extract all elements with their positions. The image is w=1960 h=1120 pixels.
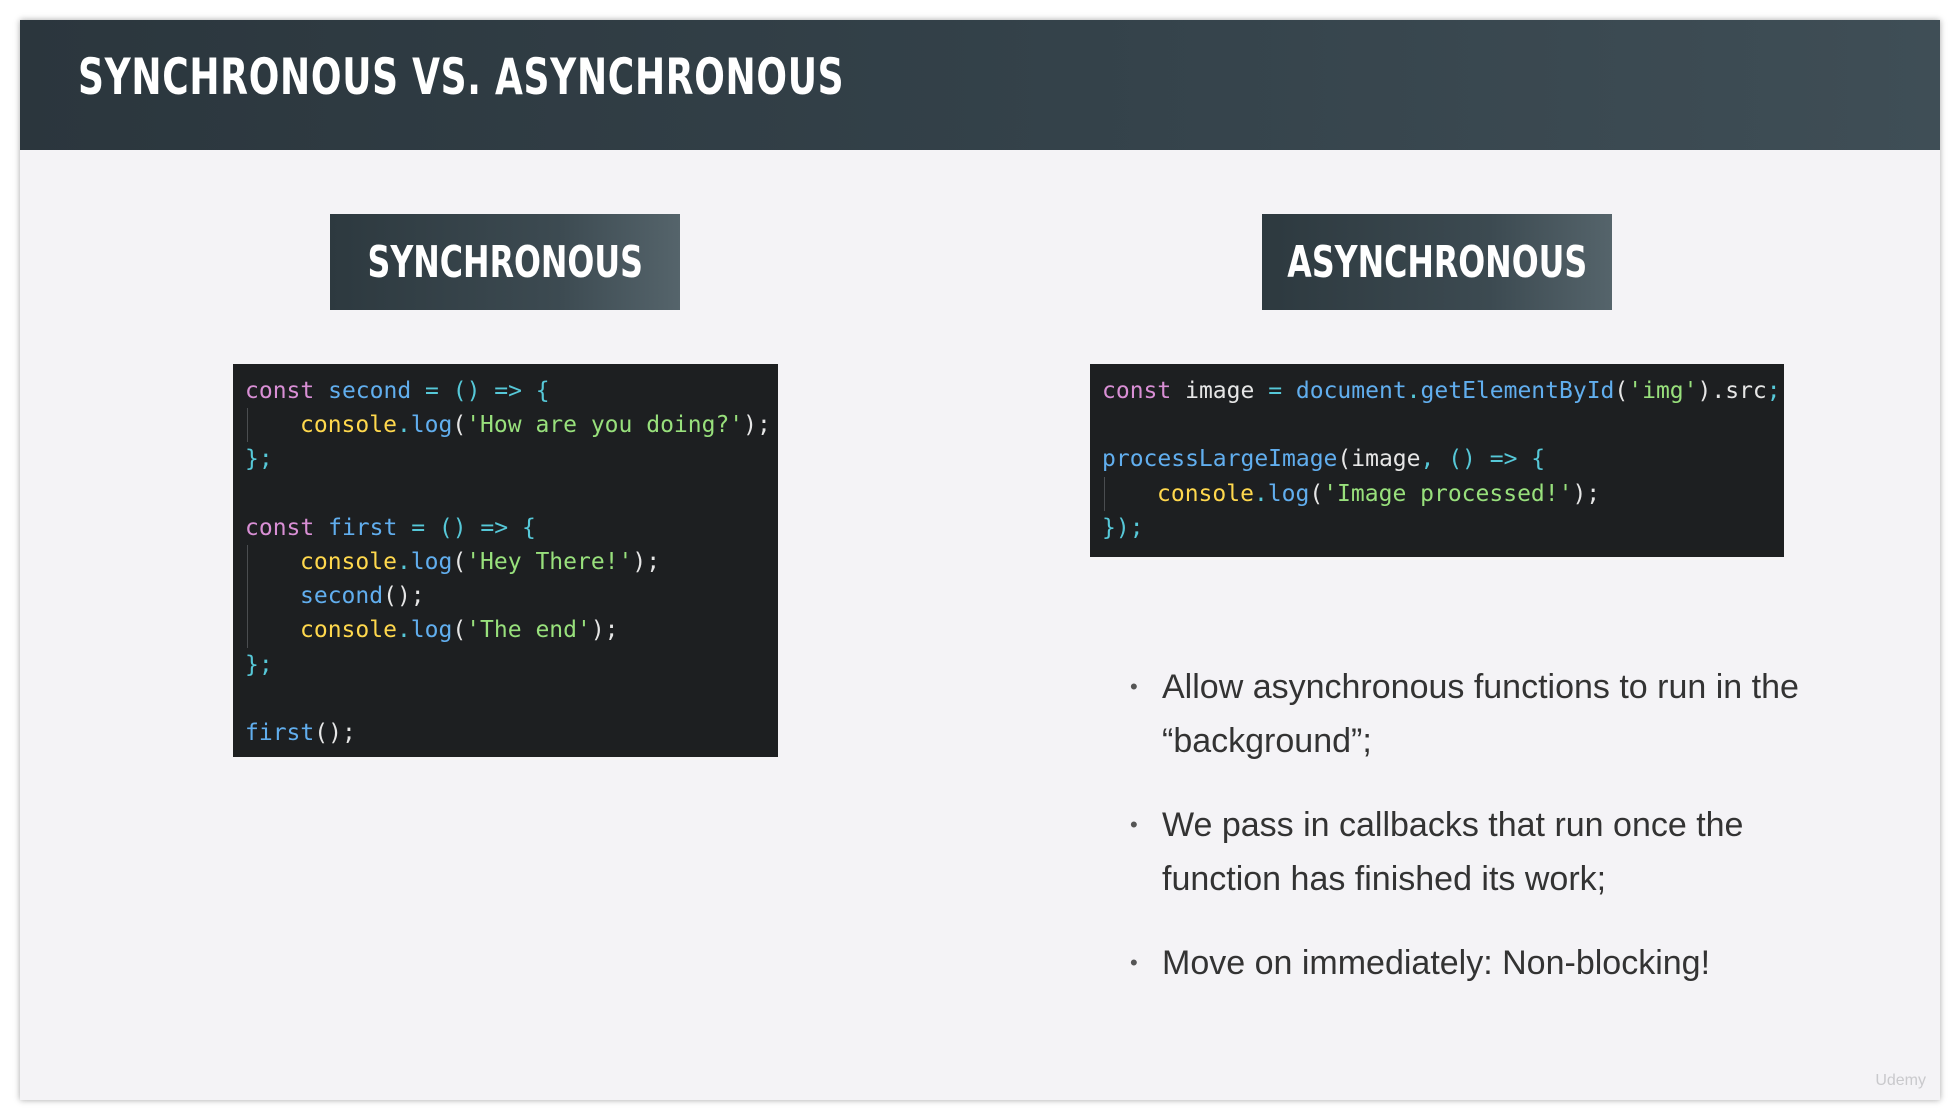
bullet-item: • Allow asynchronous functions to run in … xyxy=(1112,660,1812,768)
code-token: const xyxy=(245,514,329,541)
bullet-text: We pass in callbacks that run once the f… xyxy=(1162,806,1744,898)
code-token: console xyxy=(1157,480,1254,507)
code-token: . xyxy=(396,548,411,575)
code-token: (); xyxy=(383,583,425,610)
code-token: ); xyxy=(590,617,619,644)
code-token: log xyxy=(410,548,453,575)
code-token: 'Hey There!' xyxy=(466,548,633,575)
udemy-watermark: Udemy xyxy=(1875,1072,1926,1089)
synchronous-label: SYNCHRONOUS xyxy=(330,214,680,310)
async-bullet-list: • Allow asynchronous functions to run in … xyxy=(1112,660,1812,1020)
code-line: console.log('Image processed!'); xyxy=(1102,476,1784,511)
code-token: 'Image processed!' xyxy=(1323,480,1573,507)
code-token: const xyxy=(1102,378,1186,404)
code-token: first xyxy=(245,719,315,746)
code-token: ); xyxy=(632,548,661,575)
code-token: ( xyxy=(452,617,467,644)
code-token: (image xyxy=(1337,446,1421,473)
bullet-text: Allow asynchronous functions to run in t… xyxy=(1162,668,1799,760)
code-token: log xyxy=(410,412,453,439)
bullet-icon: • xyxy=(1130,674,1138,699)
code-token: getElementById xyxy=(1420,378,1615,404)
slide-header: SYNCHRONOUS VS. ASYNCHRONOUS xyxy=(20,20,1940,150)
code-token: . xyxy=(1253,480,1268,507)
code-token: ( xyxy=(1309,480,1324,507)
code-token: }); xyxy=(1102,514,1144,541)
code-token: 'The end' xyxy=(466,617,591,644)
code-token: ); xyxy=(743,412,771,439)
code-line: const first = () => { xyxy=(245,511,778,545)
code-line: first(); xyxy=(245,716,778,750)
code-line: console.log('How are you doing?'); xyxy=(245,408,778,443)
code-token: log xyxy=(1267,480,1310,507)
code-token: ( xyxy=(452,548,467,575)
slide-title: SYNCHRONOUS VS. ASYNCHRONOUS xyxy=(78,48,845,106)
code-token: src xyxy=(1725,378,1767,404)
bullet-icon: • xyxy=(1130,812,1138,837)
code-line: console.log('Hey There!'); xyxy=(245,544,778,580)
asynchronous-label: ASYNCHRONOUS xyxy=(1262,214,1612,310)
code-line: const image = document.getElementById('i… xyxy=(1102,374,1784,408)
bullet-item: • Move on immediately: Non-blocking! xyxy=(1112,936,1812,990)
code-token: . xyxy=(396,617,411,644)
asynchronous-label-text: ASYNCHRONOUS xyxy=(1287,236,1587,288)
code-token: . xyxy=(1406,378,1421,404)
code-line: const second = () => { xyxy=(245,374,778,408)
code-token: , () => { xyxy=(1420,446,1546,473)
code-token: }; xyxy=(245,651,273,678)
code-token: ). xyxy=(1697,378,1726,404)
code-line: console.log('The end'); xyxy=(245,613,778,648)
code-token: ( xyxy=(1614,378,1629,404)
code-token: log xyxy=(410,617,453,644)
code-token: image xyxy=(1185,378,1269,404)
code-line: }); xyxy=(1102,511,1784,545)
code-line: processLargeImage(image, () => { xyxy=(1102,442,1784,476)
code-token: console xyxy=(300,548,397,575)
code-token: = () => { xyxy=(397,514,536,541)
code-token: = () => { xyxy=(411,378,550,404)
synchronous-label-text: SYNCHRONOUS xyxy=(367,236,643,288)
code-token: . xyxy=(396,412,411,439)
asynchronous-code-block: const image = document.getElementById('i… xyxy=(1090,364,1784,557)
code-token: ); xyxy=(1572,480,1601,507)
code-token: }; xyxy=(245,446,273,473)
code-token: first xyxy=(328,514,398,541)
synchronous-code-block: const second = () => {console.log('How a… xyxy=(233,364,778,757)
code-token: console xyxy=(300,412,397,439)
code-token: second xyxy=(328,378,412,404)
bullet-text: Move on immediately: Non-blocking! xyxy=(1162,944,1711,982)
code-token: processLargeImage xyxy=(1102,446,1338,473)
code-line: }; xyxy=(245,648,778,682)
code-token: second xyxy=(300,583,384,610)
code-line: }; xyxy=(245,442,778,476)
code-token: 'img' xyxy=(1628,378,1698,404)
bullet-item: • We pass in callbacks that run once the … xyxy=(1112,798,1812,906)
code-token: = xyxy=(1268,378,1296,404)
slide: SYNCHRONOUS VS. ASYNCHRONOUS SYNCHRONOUS… xyxy=(20,20,1940,1100)
code-line: second(); xyxy=(245,579,778,614)
code-token: document xyxy=(1295,378,1407,404)
code-token: ; xyxy=(1766,378,1781,404)
code-token: const xyxy=(245,378,329,404)
code-token: 'How are you doing?' xyxy=(466,412,744,439)
code-token: console xyxy=(300,617,397,644)
code-token: (); xyxy=(314,719,356,746)
bullet-icon: • xyxy=(1130,950,1138,975)
code-token: ( xyxy=(452,412,467,439)
